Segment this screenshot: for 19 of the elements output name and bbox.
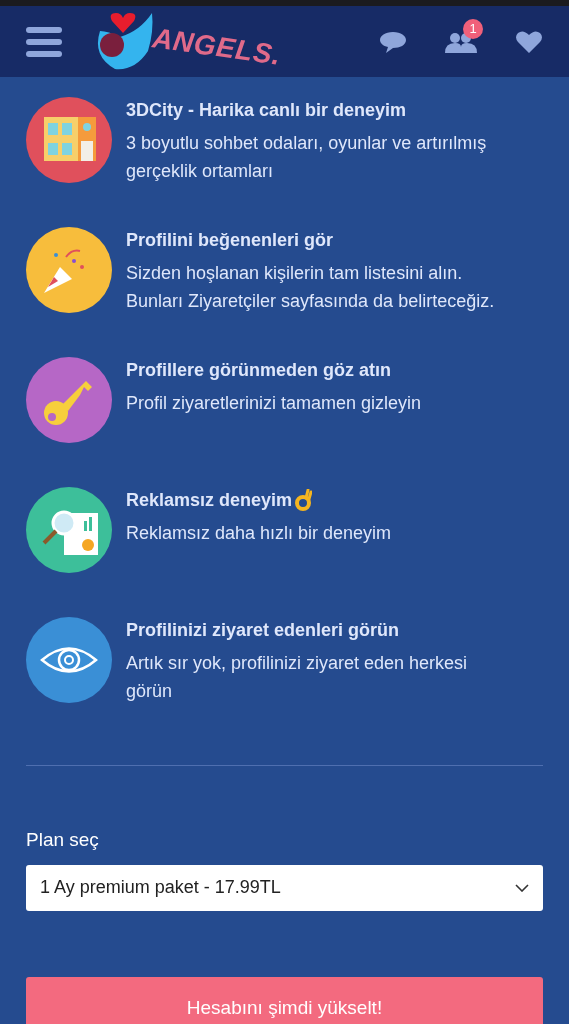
feature-title: Profilini beğenenleri gör [126, 229, 334, 252]
logo-text: ANGELS. [149, 20, 284, 73]
chevron-down-icon [515, 883, 529, 892]
feature-description: Artık sır yok, profilinizi ziyaret eden herkesi görün [126, 652, 469, 703]
notification-badge: 1 [463, 18, 483, 39]
chat-icon[interactable] [379, 29, 407, 54]
heart-icon[interactable] [515, 29, 543, 54]
feature-title: 3DCity - Harika canlı bir deneyim [126, 99, 407, 122]
feature-description: 3 boyutlu sohbet odaları, oyunlar ve artırılmış gerçeklik ortamları [126, 132, 488, 183]
feature-title: Profillere görünmeden göz atın [126, 359, 392, 382]
feature-description: Reklamsız daha hızlı bir deneyim [126, 522, 393, 545]
feature-title: Profilinizi ziyaret edenleri görün [126, 619, 400, 642]
feature-description: Profil ziyaretlerinizi tamamen gizleyin [126, 392, 423, 415]
menu-icon[interactable] [26, 26, 62, 57]
plan-label: Plan seç [26, 828, 100, 852]
feature-description: Sizden hoşlanan kişilerin tam listesini alın. Bunları Ziyaretçiler sayfasında da belirteceğiz. [126, 262, 496, 313]
feature-title: Reklamsız deneyim [126, 489, 293, 512]
plan-value: 1 Ay premium paket - 17.99TL [40, 876, 281, 899]
plan-select[interactable]: 1 Ay premium paket - 17.99TL [26, 864, 543, 911]
